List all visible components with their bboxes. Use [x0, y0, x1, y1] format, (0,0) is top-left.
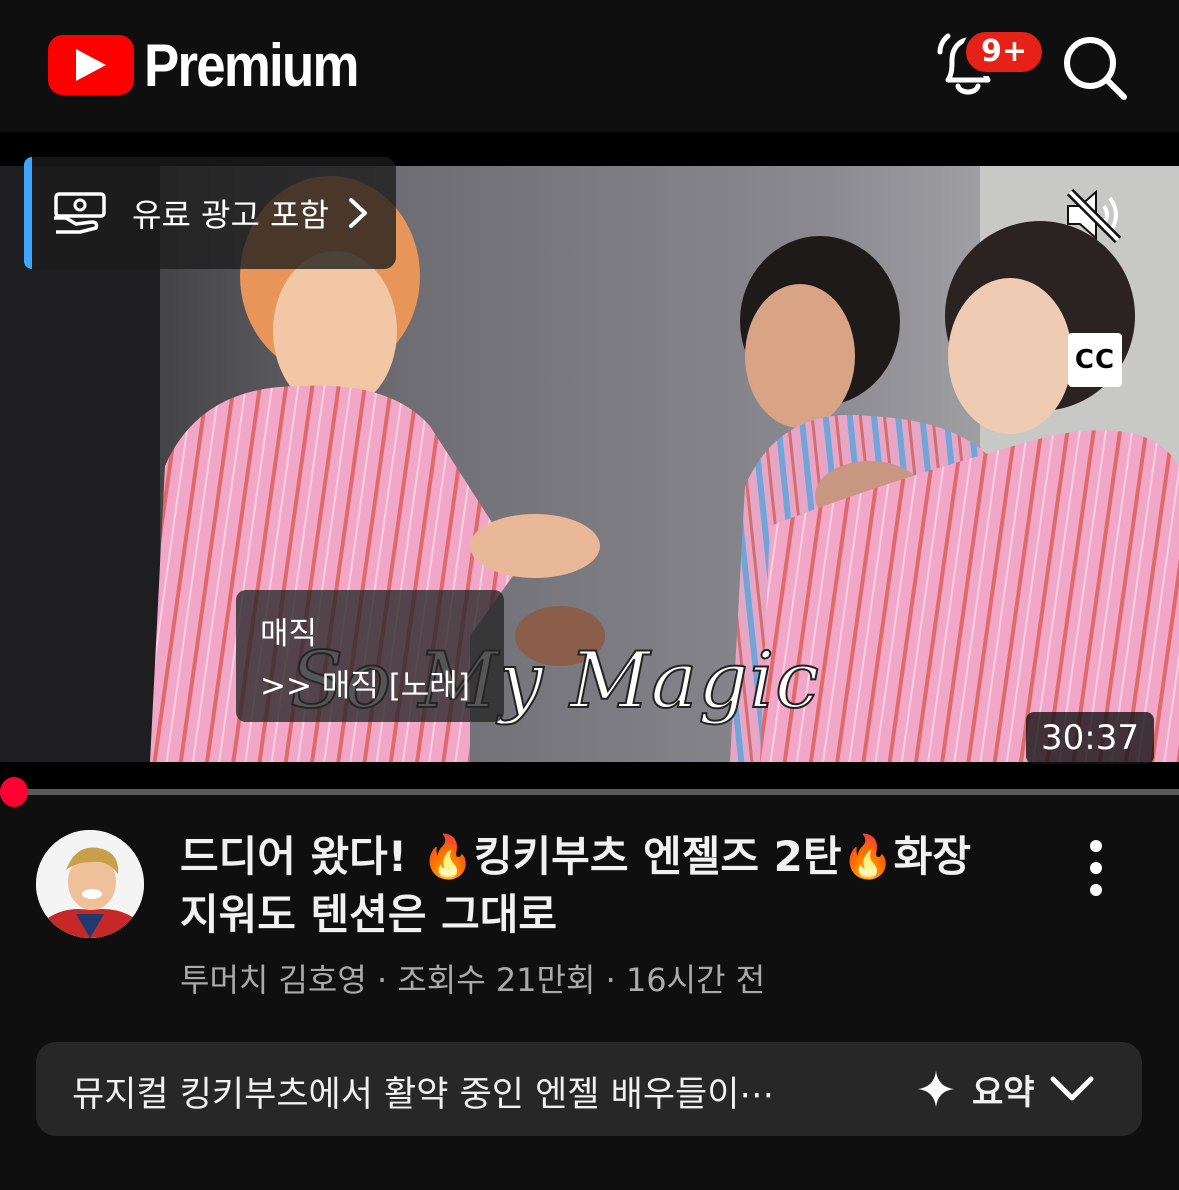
separator: · [366, 961, 398, 999]
video-title[interactable]: 드디어 왔다! 🔥킹키부츠 엔젤즈 2탄🔥화장 지워도 텐션은 그대로 [180, 828, 1020, 944]
notification-count-badge: 9+ [962, 28, 1046, 76]
player-letterbox-bottom [0, 762, 1179, 790]
view-count: 조회수 21만회 [397, 961, 596, 999]
logo-wordmark: Premium [144, 31, 359, 99]
progress-scrubber-handle[interactable] [0, 777, 28, 807]
youtube-premium-logo[interactable]: Premium [48, 30, 387, 100]
search-icon [1064, 37, 1127, 100]
youtube-play-icon [48, 35, 134, 95]
unmute-button[interactable] [1062, 186, 1126, 244]
video-metadata: 투머치 김호영 · 조회수 21만회 · 16시간 전 [180, 955, 765, 1001]
sparkle-icon [918, 1071, 954, 1107]
upload-age: 16시간 전 [625, 961, 766, 999]
volume-muted-icon [1066, 188, 1122, 244]
search-button[interactable] [1060, 33, 1130, 103]
summary-text: 뮤지컬 킹키부츠에서 활약 중인 엔젤 배우들이⋯ [72, 1075, 775, 1115]
closed-captions-button[interactable]: CC [1068, 333, 1122, 387]
summary-action-label: 요약 [972, 1072, 1035, 1113]
caption-overlay: 매직 >> 매직 [노래] [236, 590, 504, 722]
top-app-bar: Premium 9+ [0, 0, 1179, 132]
separator: · [595, 961, 626, 999]
paid-promotion-icon [54, 192, 106, 234]
summary-expand-button[interactable]: 요약 [916, 1064, 1095, 1114]
chevron-down-icon [1050, 1076, 1094, 1101]
more-options-button[interactable] [1078, 838, 1114, 898]
progress-bar[interactable] [0, 789, 1179, 795]
caption-line-1: 매직 [260, 616, 318, 652]
caption-line-2: >> 매직 [노래] [260, 668, 470, 704]
chevron-right-icon [348, 198, 367, 228]
paid-promotion-label: 유료 광고 포함 [132, 196, 329, 234]
ai-summary-card[interactable]: 뮤지컬 킹키부츠에서 활약 중인 엔젤 배우들이⋯ 요약 [36, 1042, 1142, 1136]
channel-name[interactable]: 투머치 김호영 [180, 961, 367, 999]
channel-avatar[interactable] [36, 830, 144, 938]
video-duration: 30:37 [1026, 712, 1154, 764]
paid-promotion-chip[interactable]: 유료 광고 포함 [24, 157, 396, 269]
more-vert-icon [1090, 840, 1102, 896]
paid-promotion-accent-bar [24, 157, 32, 269]
